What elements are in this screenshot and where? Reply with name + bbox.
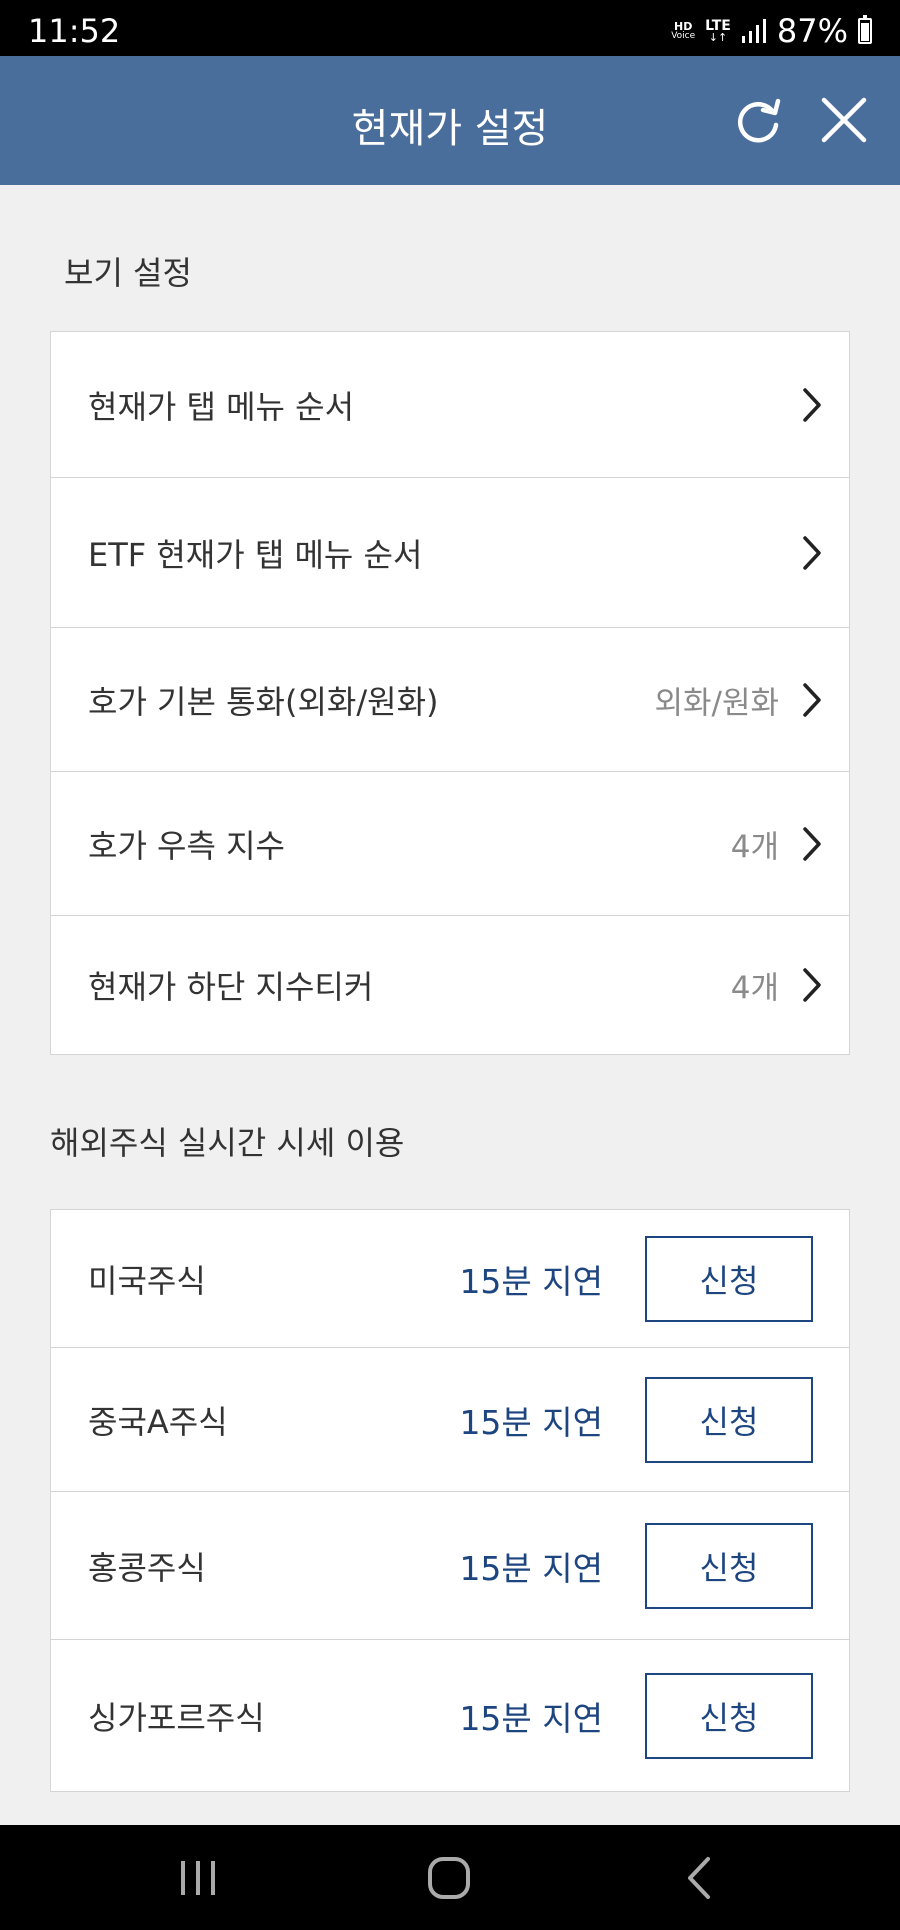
row-value: 4개 (730, 829, 779, 865)
delay-status: 15분 지연 (459, 1698, 603, 1738)
close-icon[interactable] (818, 94, 870, 146)
apply-button[interactable]: 신청 (645, 1522, 813, 1609)
navigation-bar (0, 1825, 900, 1930)
view-settings-card: 현재가 탭 메뉴 순서 ETF 현재가 탭 메뉴 순서 호가 기본 통화(외화/… (50, 331, 850, 1055)
status-time: 11:52 (28, 12, 121, 50)
status-indicators: HD Voice LTE ↓↑ 87% (671, 12, 872, 50)
market-row: 미국주식 15분 지연 신청 (51, 1210, 849, 1348)
market-label: 싱가포르주식 (88, 1698, 265, 1737)
chevron-right-icon (803, 968, 821, 1002)
app-header: 현재가 설정 (0, 56, 900, 185)
battery-percent: 87% (776, 12, 848, 50)
view-setting-row[interactable]: ETF 현재가 탭 메뉴 순서 (51, 478, 849, 628)
realtime-quotes-title: 해외주식 실시간 시세 이용 (50, 1124, 405, 1162)
chevron-right-icon (803, 535, 821, 570)
view-setting-row[interactable]: 현재가 탭 메뉴 순서 (51, 332, 849, 478)
view-setting-row[interactable]: 호가 우측 지수 4개 (51, 772, 849, 916)
row-label: ETF 현재가 탭 메뉴 순서 (88, 535, 423, 574)
lte-indicator: LTE ↓↑ (705, 19, 731, 44)
recent-apps-icon[interactable] (175, 1855, 221, 1901)
battery-icon (858, 15, 872, 44)
view-setting-row[interactable]: 현재가 하단 지수티커 4개 (51, 916, 849, 1054)
signal-icon (741, 19, 766, 43)
row-label: 호가 기본 통화(외화/원화) (88, 682, 439, 721)
row-label: 호가 우측 지수 (88, 826, 285, 865)
apply-button[interactable]: 신청 (645, 1672, 813, 1759)
market-row: 중국A주식 15분 지연 신청 (51, 1348, 849, 1492)
data-arrows-icon: ↓↑ (708, 30, 728, 44)
apply-button[interactable]: 신청 (645, 1376, 813, 1463)
market-row: 싱가포르주식 15분 지연 신청 (51, 1640, 849, 1791)
market-row: 홍콩주식 15분 지연 신청 (51, 1492, 849, 1640)
realtime-quotes-card: 미국주식 15분 지연 신청 중국A주식 15분 지연 신청 홍콩주식 15분 … (50, 1209, 850, 1792)
row-label: 현재가 하단 지수티커 (88, 968, 374, 1006)
row-value: 4개 (730, 970, 779, 1007)
hd-voice-indicator: HD Voice (671, 21, 695, 41)
row-value: 외화/원화 (654, 685, 779, 721)
market-label: 홍콩주식 (88, 1548, 206, 1587)
voice-label: Voice (671, 31, 696, 41)
view-settings-title: 보기 설정 (64, 254, 192, 292)
chevron-right-icon (803, 682, 821, 717)
home-icon[interactable] (426, 1855, 472, 1901)
chevron-right-icon (803, 387, 821, 422)
delay-status: 15분 지연 (459, 1402, 603, 1442)
market-label: 중국A주식 (88, 1402, 228, 1441)
delay-status: 15분 지연 (459, 1548, 603, 1588)
market-label: 미국주식 (88, 1261, 206, 1300)
chevron-right-icon (803, 826, 821, 861)
back-icon[interactable] (678, 1855, 724, 1901)
row-label: 현재가 탭 메뉴 순서 (88, 387, 355, 426)
view-setting-row[interactable]: 호가 기본 통화(외화/원화) 외화/원화 (51, 628, 849, 772)
status-bar: 11:52 HD Voice LTE ↓↑ 87% (0, 0, 900, 56)
refresh-icon[interactable] (733, 94, 785, 146)
delay-status: 15분 지연 (459, 1261, 603, 1301)
apply-button[interactable]: 신청 (645, 1235, 813, 1322)
